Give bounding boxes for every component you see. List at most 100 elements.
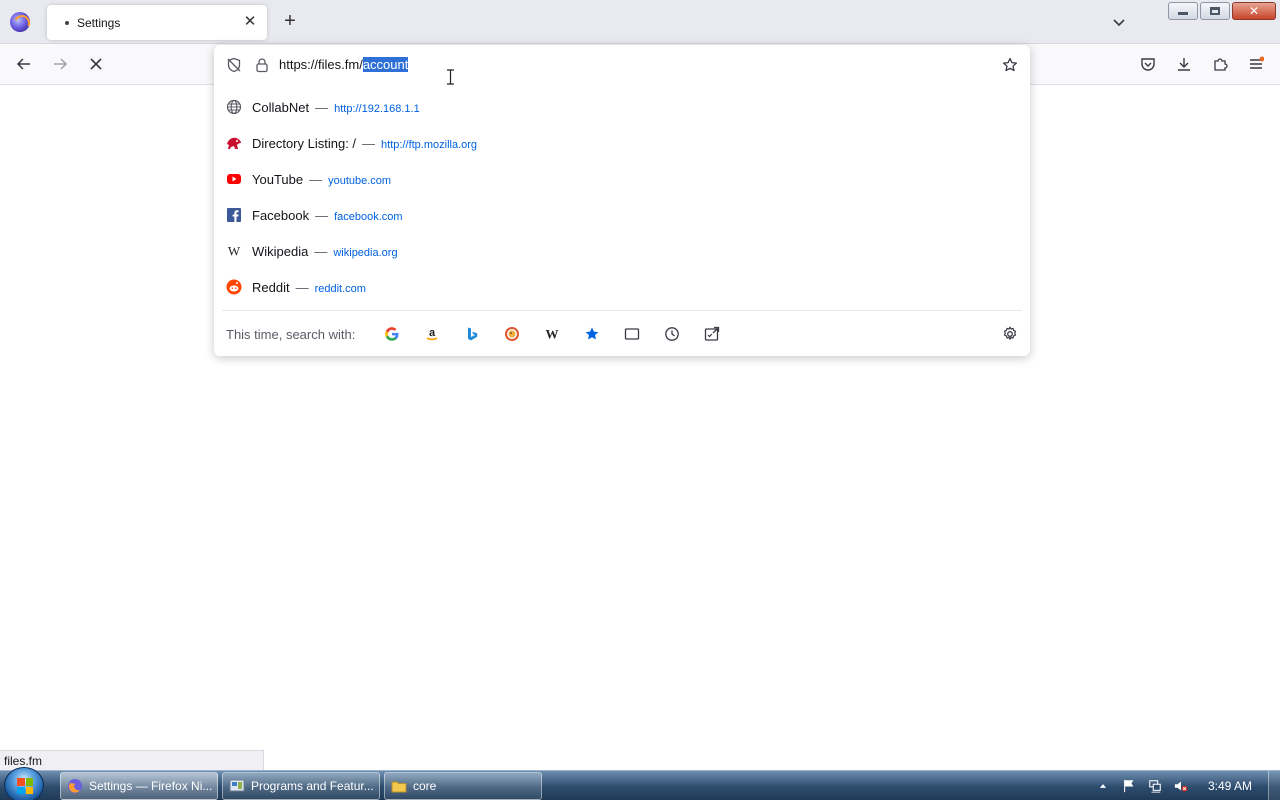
start-button[interactable]	[4, 767, 44, 800]
show-desktop-button[interactable]	[1268, 771, 1280, 800]
back-arrow-icon	[16, 58, 30, 70]
result-url: http://ftp.mozilla.org	[381, 138, 478, 151]
chevron-up-icon	[1099, 784, 1107, 788]
minimize-button[interactable]	[1168, 2, 1198, 20]
pocket-icon	[1141, 58, 1155, 71]
site-info-button[interactable]	[253, 56, 271, 74]
action-center-icon[interactable]	[1121, 778, 1137, 794]
result-item[interactable]: CollabNet — http://192.168.1.1	[214, 89, 1030, 125]
hamburger-menu-icon	[1250, 56, 1264, 69]
control-panel-icon	[229, 779, 245, 792]
tab-loading-dot	[65, 20, 69, 25]
tab-settings[interactable]: Settings ✕	[47, 5, 267, 40]
download-icon	[1178, 58, 1190, 71]
result-title: YouTube	[252, 171, 304, 187]
url-prefix: https://files.fm/	[279, 57, 363, 72]
svg-text:W: W	[546, 327, 559, 342]
tab-strip: Settings ✕ + ✕	[0, 0, 1280, 44]
result-text: Directory Listing: / — http://ftp.mozill…	[252, 136, 477, 151]
result-item[interactable]: W Wikipedia — wikipedia.org	[214, 233, 1030, 269]
windows-logo-icon	[17, 778, 33, 794]
urlbar-popup: https://files.fm/account CollabNet — htt…	[214, 45, 1030, 356]
result-item[interactable]: Directory Listing: / — http://ftp.mozill…	[214, 125, 1030, 161]
taskbar-item-core[interactable]: core	[384, 772, 542, 800]
bookmarks-icon[interactable]	[583, 325, 601, 343]
result-separator: —	[309, 171, 323, 187]
volume-muted-icon[interactable]	[1173, 778, 1189, 794]
actions-icon[interactable]	[703, 325, 721, 343]
mozilla-dino-icon	[226, 135, 242, 151]
result-url: wikipedia.org	[333, 246, 398, 259]
bookmark-star-button[interactable]	[1001, 56, 1019, 74]
result-url: http://192.168.1.1	[334, 102, 420, 115]
puzzle-icon	[1214, 58, 1228, 71]
tab-close-icon[interactable]: ✕	[241, 13, 259, 31]
show-hidden-icons-button[interactable]	[1095, 778, 1111, 794]
result-separator: —	[362, 135, 376, 151]
result-text: Reddit — reddit.com	[252, 280, 366, 295]
list-all-tabs-button[interactable]	[1111, 14, 1127, 30]
result-separator: —	[315, 207, 329, 223]
result-url: youtube.com	[328, 174, 392, 187]
lock-icon	[256, 58, 268, 73]
tabs-icon[interactable]	[623, 325, 641, 343]
result-title: Reddit	[252, 279, 290, 295]
wikipedia-icon[interactable]: W	[543, 325, 561, 343]
firefox-logo-icon[interactable]	[10, 12, 30, 32]
window-controls: ✕	[1168, 2, 1276, 20]
youtube-icon	[226, 171, 242, 187]
taskbar-item-firefox[interactable]: Settings — Firefox Ni...	[60, 772, 218, 800]
pocket-button[interactable]	[1138, 54, 1158, 74]
stop-icon	[90, 58, 102, 70]
network-icon[interactable]	[1147, 778, 1163, 794]
result-title: Facebook	[252, 207, 310, 223]
downloads-button[interactable]	[1174, 54, 1194, 74]
taskbar-item-label: Programs and Featur...	[251, 779, 374, 793]
amazon-icon[interactable]: a	[423, 325, 441, 343]
status-panel: files.fm	[0, 750, 264, 770]
result-separator: —	[295, 279, 309, 295]
folder-icon	[391, 781, 407, 793]
result-item[interactable]: Facebook — facebook.com	[214, 197, 1030, 233]
result-text: YouTube — youtube.com	[252, 172, 391, 187]
one-off-search-bar: This time, search with: a W	[214, 314, 1030, 354]
stop-button[interactable]	[86, 54, 106, 74]
duckduckgo-icon[interactable]	[503, 325, 521, 343]
back-button[interactable]	[14, 54, 34, 74]
tracking-protection-button[interactable]	[225, 56, 243, 74]
urlbar[interactable]: https://files.fm/account	[214, 45, 1030, 85]
result-item[interactable]: Reddit — reddit.com	[214, 269, 1030, 305]
forward-button[interactable]	[50, 54, 70, 74]
url-input[interactable]: https://files.fm/account	[279, 57, 409, 72]
url-selected-text: account	[362, 57, 409, 72]
restore-button[interactable]	[1200, 2, 1230, 20]
result-title: CollabNet	[252, 99, 310, 115]
new-tab-button[interactable]: +	[280, 11, 300, 31]
app-menu-button[interactable]	[1246, 54, 1266, 74]
results-divider	[222, 310, 1022, 311]
search-settings-button[interactable]	[1001, 325, 1019, 343]
result-separator: —	[315, 99, 329, 115]
restore-icon	[1210, 7, 1220, 15]
result-separator: —	[314, 243, 328, 259]
google-icon[interactable]	[383, 325, 401, 343]
taskbar-item-programs[interactable]: Programs and Featur...	[222, 772, 380, 800]
result-text: Facebook — facebook.com	[252, 208, 403, 223]
result-item[interactable]: YouTube — youtube.com	[214, 161, 1030, 197]
taskbar-clock[interactable]: 3:49 AM	[1208, 779, 1252, 793]
result-title: Directory Listing: /	[252, 135, 357, 151]
text-cursor-icon	[447, 69, 454, 85]
taskbar-item-label: Settings — Firefox Ni...	[89, 779, 213, 793]
facebook-icon	[226, 207, 242, 223]
history-icon[interactable]	[663, 325, 681, 343]
system-tray: 3:49 AM	[1090, 771, 1280, 800]
extensions-button[interactable]	[1210, 54, 1230, 74]
result-title: Wikipedia	[252, 243, 309, 259]
firefox-icon	[68, 779, 82, 793]
bing-icon[interactable]	[463, 325, 481, 343]
search-with-label: This time, search with:	[226, 327, 356, 342]
wikipedia-icon: W	[226, 243, 242, 259]
close-window-button[interactable]: ✕	[1232, 2, 1276, 20]
status-text: files.fm	[4, 754, 43, 768]
result-text: CollabNet — http://192.168.1.1	[252, 100, 420, 115]
